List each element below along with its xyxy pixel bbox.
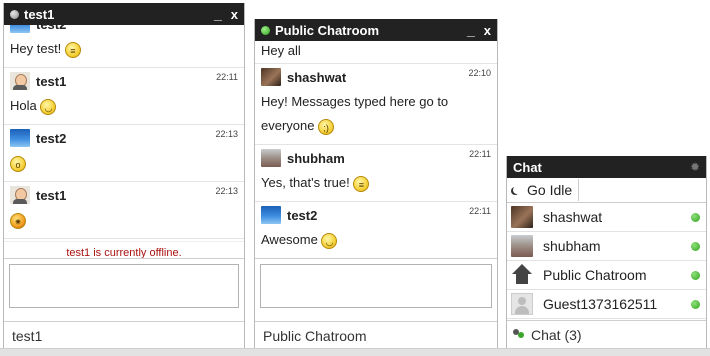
message-time: 22:13 <box>215 186 238 196</box>
contact-guest[interactable]: Guest1373162511 <box>507 290 706 319</box>
status-offline-icon <box>10 9 19 19</box>
minimize-button[interactable]: _ <box>214 7 222 21</box>
message-list[interactable]: Hey all shashwat 22:10 Hey! Messages typ… <box>255 41 497 259</box>
online-status-icon <box>691 212 700 222</box>
contact-shashwat[interactable]: shashwat <box>507 203 706 232</box>
gear-icon[interactable]: ✹ <box>690 160 700 174</box>
message-user: test2 <box>36 25 66 32</box>
contact-name: shashwat <box>543 209 603 225</box>
contact-name: Guest1373162511 <box>543 296 658 312</box>
window-titlebar[interactable]: test1 _ x <box>4 3 244 25</box>
chat-window-public-chatroom: Public Chatroom _ x Hey all shashwat 22:… <box>254 19 498 349</box>
guest-user-icon <box>511 293 533 315</box>
surprised-emoticon-icon: o <box>10 155 26 172</box>
avatar <box>261 206 281 224</box>
window-title: Public Chatroom <box>275 22 380 38</box>
message-time: 22:11 <box>216 72 238 82</box>
message-time: 22:10 <box>468 68 491 78</box>
window-title: test1 <box>24 6 55 22</box>
avatar <box>511 235 533 257</box>
chat-contacts-panel: Chat ✹ Go Idle shashwat shubham Public C… <box>506 156 707 348</box>
home-icon <box>511 264 533 286</box>
message-item: test2 Hey test! ≡ <box>4 25 244 68</box>
chat-tab-label[interactable]: test1 <box>4 321 244 349</box>
wink-emoticon-icon: ;) <box>318 118 335 135</box>
chat-panel-titlebar[interactable]: Chat ✹ <box>507 156 706 178</box>
party-emoticon-icon: ✷ <box>10 212 26 229</box>
contact-public-chatroom[interactable]: Public Chatroom <box>507 261 706 290</box>
message-input[interactable] <box>9 264 239 308</box>
online-status-icon <box>691 270 700 280</box>
message-time: 22:11 <box>469 149 491 159</box>
message-text: Hey! Messages typed here go to everyone <box>261 94 449 133</box>
go-idle-label: Go Idle <box>527 182 573 198</box>
avatar <box>511 206 533 228</box>
message-time: 22:11 <box>469 206 491 216</box>
contact-name: Public Chatroom <box>543 267 647 283</box>
chat-panel-footer[interactable]: Chat (3) <box>507 320 706 348</box>
window-titlebar[interactable]: Public Chatroom _ x <box>255 19 497 41</box>
go-idle-button[interactable]: Go Idle <box>507 179 580 201</box>
grin-emoticon-icon: ≡ <box>353 175 370 192</box>
message-user: shashwat <box>287 69 347 85</box>
avatar <box>261 68 281 86</box>
message-item: test2 22:13 o <box>4 125 244 182</box>
online-status-icon <box>691 241 700 251</box>
people-icon <box>513 328 525 341</box>
message-user: test1 <box>36 187 67 203</box>
contact-list: shashwat shubham Public Chatroom Guest13… <box>507 203 706 319</box>
close-button[interactable]: x <box>484 23 491 38</box>
message-user: test2 <box>287 207 318 223</box>
close-button[interactable]: x <box>231 7 238 22</box>
message-item: Hey all <box>255 41 497 64</box>
avatar <box>10 129 30 147</box>
grin-emoticon-icon: ≡ <box>64 41 81 58</box>
smile-emoticon-icon: ◡ <box>40 98 57 115</box>
avatar <box>10 72 30 90</box>
avatar <box>10 25 30 33</box>
avatar <box>10 186 30 204</box>
message-text: Hey test! <box>10 41 62 56</box>
message-text: Hola <box>10 98 37 113</box>
contact-name: shubham <box>543 238 601 254</box>
idle-toolbar: Go Idle <box>507 178 706 203</box>
message-user: test1 <box>36 73 67 89</box>
message-text: Hey all <box>261 43 301 58</box>
message-item: shashwat 22:10 Hey! Messages typed here … <box>255 64 497 145</box>
message-item: test2 22:11 Awesome ◡ <box>255 202 497 258</box>
minimize-button[interactable]: _ <box>467 23 475 37</box>
message-item: shubham 22:11 Yes, that's true! ≡ <box>255 145 497 202</box>
contact-shubham[interactable]: shubham <box>507 232 706 261</box>
message-item: test1 22:11 Hola ◡ <box>4 68 244 125</box>
avatar <box>261 149 281 167</box>
chat-panel-title: Chat <box>513 159 542 175</box>
message-input[interactable] <box>260 264 492 308</box>
chat-window-test1: test1 _ x test2 Hey test! ≡ test1 22:11 … <box>3 3 245 349</box>
online-status-icon <box>691 299 700 309</box>
status-online-icon <box>261 25 270 35</box>
message-time: 22:13 <box>215 129 238 139</box>
moon-icon <box>513 186 521 194</box>
message-user: shubham <box>287 150 345 166</box>
message-list[interactable]: test2 Hey test! ≡ test1 22:11 Hola ◡ tes… <box>4 25 244 243</box>
chat-tab-label[interactable]: Public Chatroom <box>255 321 497 349</box>
smile-emoticon-icon: ◡ <box>321 232 338 249</box>
chat-count-label: Chat (3) <box>531 326 582 343</box>
message-user: test2 <box>36 130 67 146</box>
message-text: Awesome <box>261 232 318 247</box>
message-text: Yes, that's true! <box>261 175 350 190</box>
message-item: test1 22:13 ✷ <box>4 182 244 239</box>
